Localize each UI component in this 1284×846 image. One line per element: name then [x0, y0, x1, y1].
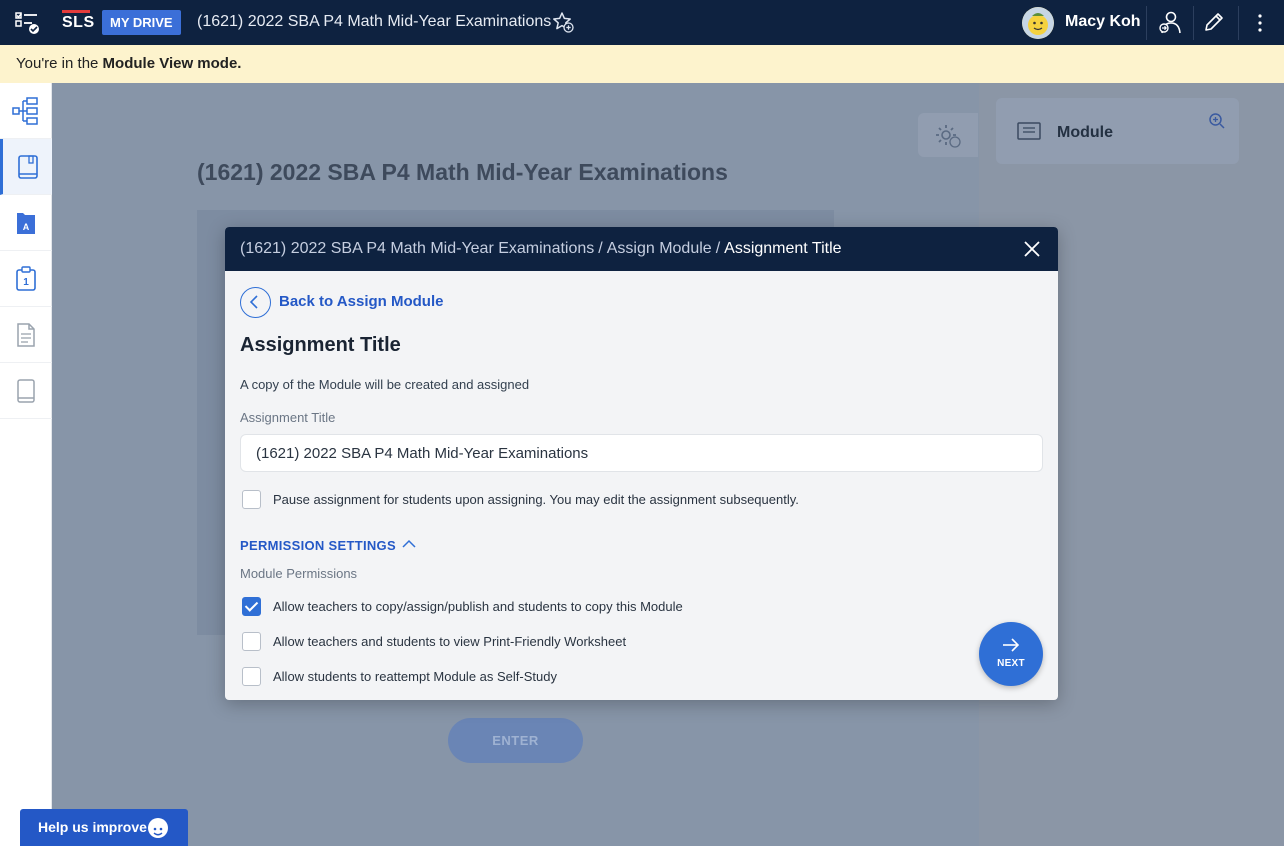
zoom-in-icon[interactable] — [1208, 112, 1226, 130]
sls-logo[interactable]: SLS — [62, 10, 95, 32]
user-group-icon[interactable] — [1157, 10, 1183, 36]
divider — [1193, 6, 1194, 40]
notebook-icon — [17, 378, 35, 403]
module-title: (1621) 2022 SBA P4 Math Mid-Year Examina… — [197, 159, 728, 185]
module-card-label: Module — [1057, 124, 1113, 141]
pause-assignment-checkbox[interactable] — [242, 489, 261, 509]
favourite-add-icon[interactable] — [552, 11, 574, 33]
rail-item-module-map[interactable] — [0, 83, 52, 139]
permission-settings-toggle[interactable]: PERMISSION SETTINGS — [240, 538, 396, 553]
next-button[interactable]: NEXT — [979, 622, 1043, 686]
notice-mode: Module View mode. — [102, 55, 242, 72]
clipboard-1-icon: 1 — [16, 265, 36, 291]
rail-item-section[interactable]: 1 — [0, 251, 52, 307]
module-book-icon — [17, 154, 38, 179]
back-to-assign-module-link[interactable]: Back to Assign Module — [279, 293, 443, 310]
pencil-icon[interactable] — [1202, 10, 1226, 34]
tasks-icon[interactable] — [15, 10, 41, 36]
permission-self-study-checkbox[interactable] — [242, 666, 261, 686]
top-bar: SLS MY DRIVE (1621) 2022 SBA P4 Math Mid… — [0, 0, 1284, 45]
mode-notice: You're in the Module View mode. — [0, 45, 1284, 83]
permission-label: Allow students to reattempt Module as Se… — [273, 668, 557, 684]
rail-item-worksheet[interactable] — [0, 307, 52, 363]
permission-print-worksheet-option[interactable]: Allow teachers and students to view Prin… — [242, 631, 626, 651]
permission-copy-assign-option[interactable]: Allow teachers to copy/assign/publish an… — [242, 596, 683, 616]
module-tree-icon — [12, 96, 38, 125]
pause-assignment-label: Pause assignment for students upon assig… — [273, 491, 799, 507]
breadcrumb-module[interactable]: (1621) 2022 SBA P4 Math Mid-Year Examina… — [240, 240, 594, 257]
user-name[interactable]: Macy Koh — [1065, 13, 1141, 31]
rail-item-module[interactable] — [0, 139, 52, 195]
my-drive-badge[interactable]: MY DRIVE — [102, 10, 181, 35]
pause-assignment-option[interactable]: Pause assignment for students upon assig… — [242, 489, 799, 509]
rail-item-notes[interactable] — [0, 363, 52, 419]
assign-module-dialog: (1621) 2022 SBA P4 Math Mid-Year Examina… — [225, 227, 1058, 700]
breadcrumb-assign-module[interactable]: Assign Module — [607, 240, 712, 257]
settings-button[interactable] — [918, 113, 978, 157]
module-permissions-label: Module Permissions — [240, 566, 358, 581]
breadcrumb-current: Assignment Title — [724, 240, 842, 257]
rail-item-assessment[interactable]: A — [0, 195, 52, 251]
breadcrumb-separator: / — [598, 240, 603, 257]
svg-text:A: A — [23, 222, 30, 232]
back-button[interactable] — [240, 287, 271, 318]
arrow-right-icon — [1003, 638, 1020, 652]
close-icon[interactable] — [1022, 239, 1042, 259]
gear-sync-icon — [936, 125, 961, 148]
next-label: NEXT — [997, 658, 1025, 669]
svg-text:1: 1 — [23, 277, 29, 288]
divider — [1146, 6, 1147, 40]
page-title: (1621) 2022 SBA P4 Math Mid-Year Examina… — [197, 13, 552, 30]
dialog-heading: Assignment Title — [240, 334, 401, 356]
breadcrumb: (1621) 2022 SBA P4 Math Mid-Year Examina… — [240, 240, 842, 258]
smiley-icon — [148, 818, 168, 838]
dialog-subtitle: A copy of the Module will be created and… — [240, 377, 530, 392]
assessment-a-icon: A — [17, 212, 35, 234]
avatar[interactable] — [1022, 7, 1054, 39]
more-vertical-icon[interactable] — [1250, 12, 1270, 34]
dialog-header: (1621) 2022 SBA P4 Math Mid-Year Examina… — [225, 227, 1058, 271]
chevron-up-icon[interactable] — [401, 536, 417, 552]
divider — [1238, 6, 1239, 40]
enter-button[interactable]: ENTER — [448, 718, 583, 763]
help-us-improve-button[interactable]: Help us improve — [20, 809, 188, 846]
left-rail: A 1 — [0, 83, 52, 846]
permission-print-worksheet-checkbox[interactable] — [242, 631, 261, 651]
chevron-left-icon — [249, 295, 258, 309]
help-label: Help us improve — [38, 819, 147, 835]
assignment-title-input[interactable] — [240, 434, 1043, 472]
permission-self-study-option[interactable]: Allow students to reattempt Module as Se… — [242, 666, 557, 686]
breadcrumb-separator: / — [715, 240, 721, 257]
module-card[interactable]: Module — [996, 98, 1239, 164]
notice-prefix: You're in the — [16, 55, 103, 72]
permission-label: Allow teachers to copy/assign/publish an… — [273, 598, 683, 614]
permission-copy-assign-checkbox[interactable] — [242, 596, 261, 616]
assignment-title-label: Assignment Title — [240, 410, 336, 425]
module-card-icon — [1017, 122, 1041, 140]
permission-label: Allow teachers and students to view Prin… — [273, 633, 627, 649]
document-icon — [17, 322, 35, 347]
